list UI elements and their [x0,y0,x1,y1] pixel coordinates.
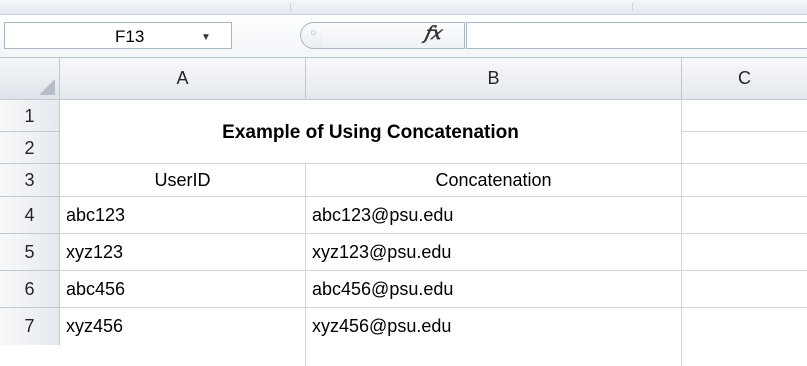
header-concatenation[interactable]: Concatenation [306,164,682,197]
select-all-icon [39,79,55,95]
row-header-3[interactable]: 3 [0,164,60,197]
row-header-1[interactable]: 1 [0,100,60,132]
name-box-value: F13 [115,27,145,46]
ribbon-strip [0,0,807,15]
ribbon-separator [632,3,633,11]
cell-email[interactable]: xyz123@psu.edu [306,234,682,271]
cell-c2[interactable] [682,132,807,164]
cell-c5[interactable] [682,234,807,271]
formula-controls-body [322,22,465,49]
title-cell[interactable]: Example of Using Concatenation [60,100,682,164]
cell-userid[interactable]: xyz456 [60,308,306,366]
header-userid[interactable]: UserID [60,164,306,197]
formula-controls: ○ 𝑓𝑥 [300,22,465,49]
formula-bar: F13 ▼ ○ 𝑓𝑥 [0,15,807,58]
name-box[interactable]: F13 ▼ [4,22,232,49]
cell-c1[interactable] [682,100,807,132]
select-all-button[interactable] [0,58,60,100]
insert-function-icon[interactable]: 𝑓𝑥 [424,23,441,44]
column-header-a[interactable]: A [60,58,306,100]
cell-email[interactable]: xyz456@psu.edu [306,308,682,366]
column-header-b[interactable]: B [306,58,682,100]
cell-c6[interactable] [682,271,807,308]
row-header-4[interactable]: 4 [0,197,60,234]
formula-input[interactable] [466,22,807,49]
row-header-5[interactable]: 5 [0,234,60,271]
cell-userid[interactable]: xyz123 [60,234,306,271]
cell-email[interactable]: abc456@psu.edu [306,271,682,308]
sheet-title: Example of Using Concatenation [222,122,519,143]
cell-userid[interactable]: abc123 [60,197,306,234]
column-header-c[interactable]: C [682,58,807,100]
cell-userid[interactable]: abc456 [60,271,306,308]
row-header-6[interactable]: 6 [0,271,60,308]
formula-bar-grip[interactable]: ○ [300,22,322,49]
cell-email[interactable]: abc123@psu.edu [306,197,682,234]
row-header-2[interactable]: 2 [0,132,60,164]
cell-c4[interactable] [682,197,807,234]
grip-dot-icon: ○ [310,27,317,39]
chevron-down-icon[interactable]: ▼ [201,33,211,43]
ribbon-separator [290,3,291,11]
cell-c7[interactable] [682,308,807,366]
row-header-7[interactable]: 7 [0,308,60,345]
cell-c3[interactable] [682,164,807,197]
